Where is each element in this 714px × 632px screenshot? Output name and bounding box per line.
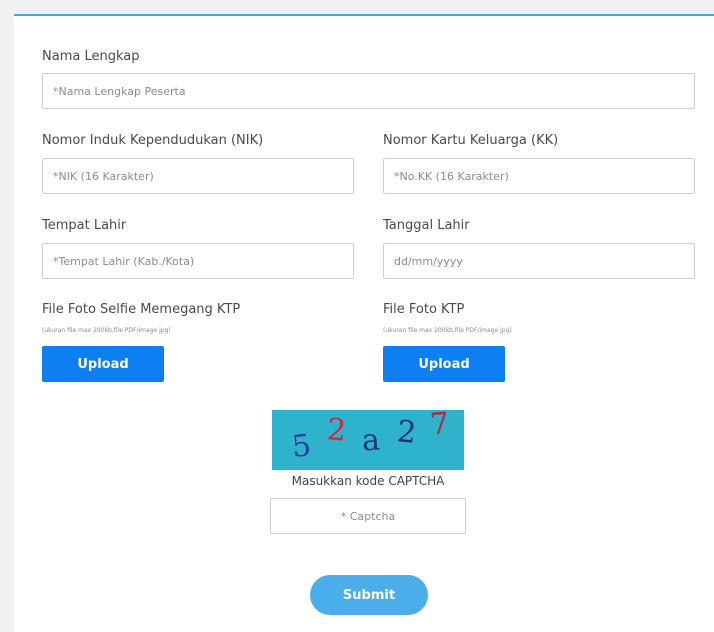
registration-form: Nama Lengkap Nomor Induk Kependudukan (N… [14,14,714,632]
tempat-lahir-input[interactable] [42,243,354,279]
label-nik: Nomor Induk Kependudukan (NIK) [42,133,264,148]
upload-selfie-button[interactable]: Upload [42,346,164,382]
nama-lengkap-input[interactable] [42,73,695,109]
kk-input[interactable] [383,158,695,194]
captcha-char-5: 7 [428,410,451,443]
upload-ktp-button[interactable]: Upload [383,346,505,382]
label-nama-lengkap: Nama Lengkap [42,49,140,64]
label-foto-ktp: File Foto KTP [383,302,465,317]
label-tempat-lahir: Tempat Lahir [42,218,127,233]
tanggal-lahir-input[interactable] [383,243,695,279]
hint-foto-ktp: (ukuran file max 200kb,file PDF/image jp… [383,327,512,334]
captcha-input[interactable] [270,498,466,534]
label-foto-selfie: File Foto Selfie Memegang KTP [42,302,241,317]
captcha-caption: Masukkan kode CAPTCHA [291,474,445,488]
captcha-image: 5 2 a 2 7 [272,410,464,470]
hint-foto-selfie: (ukuran file max 200kb,file PDF/image jp… [42,327,171,334]
label-kk: Nomor Kartu Keluarga (KK) [383,133,559,148]
label-tanggal-lahir: Tanggal Lahir [383,218,470,233]
captcha-char-1: 5 [290,428,313,465]
nik-input[interactable] [42,158,354,194]
captcha-char-2: 2 [325,412,348,449]
submit-button[interactable]: Submit [310,575,428,615]
captcha-char-4: 2 [395,414,418,451]
captcha-char-3: a [361,422,381,459]
